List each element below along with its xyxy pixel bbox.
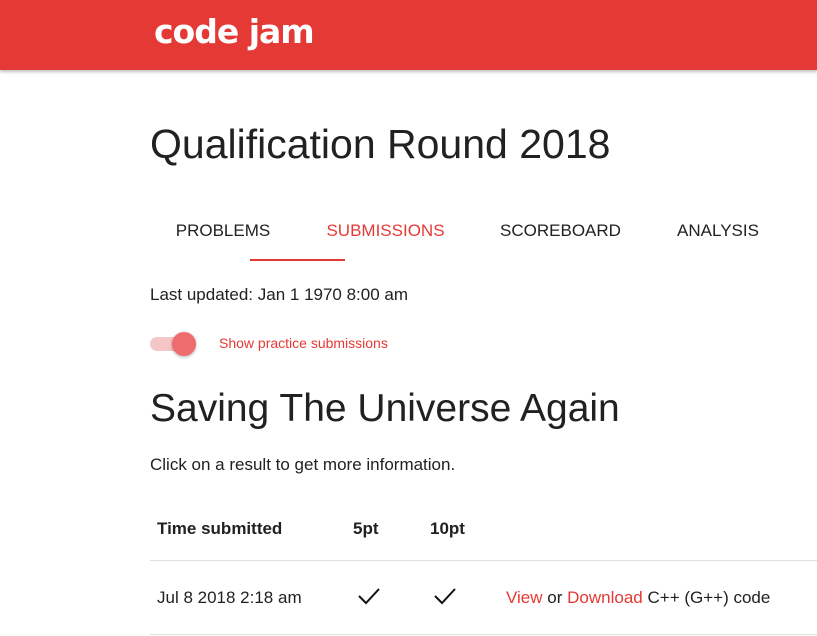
submission-actions: View or Download C++ (G++) code	[506, 587, 770, 609]
tab-analysis[interactable]: ANALYSIS	[663, 208, 773, 260]
practice-submissions-toggle[interactable]	[150, 330, 200, 358]
round-tabs: PROBLEMS SUBMISSIONS SCOREBOARD ANALYSIS	[148, 208, 788, 262]
top-app-bar: code jam	[0, 0, 817, 70]
download-link[interactable]: Download	[567, 588, 643, 607]
submission-time: Jul 8 2018 2:18 am	[157, 588, 302, 607]
problem-title: Saving The Universe Again	[150, 387, 620, 430]
language-text: C++ (G++) code	[647, 588, 771, 607]
view-link[interactable]: View	[506, 588, 543, 607]
active-tab-indicator	[250, 259, 345, 261]
check-icon	[358, 588, 380, 605]
practice-submissions-label[interactable]: Show practice submissions	[219, 334, 388, 352]
toggle-thumb	[172, 332, 196, 356]
tab-scoreboard[interactable]: SCOREBOARD	[493, 208, 628, 260]
header-time-submitted: Time submitted	[157, 519, 283, 538]
tab-submissions[interactable]: SUBMISSIONS	[318, 208, 453, 260]
tab-problems[interactable]: PROBLEMS	[148, 208, 298, 260]
code-jam-logo[interactable]: code jam	[154, 12, 315, 52]
check-icon	[434, 588, 456, 605]
table-divider	[150, 560, 817, 561]
header-10pt: 10pt	[430, 519, 465, 538]
table-divider	[150, 634, 817, 635]
last-updated-text: Last updated: Jan 1 1970 8:00 am	[150, 285, 409, 304]
page-title: Qualification Round 2018	[150, 121, 611, 167]
result-hint-text: Click on a result to get more informatio…	[150, 455, 456, 474]
or-text: or	[547, 588, 563, 607]
header-5pt: 5pt	[353, 519, 379, 538]
